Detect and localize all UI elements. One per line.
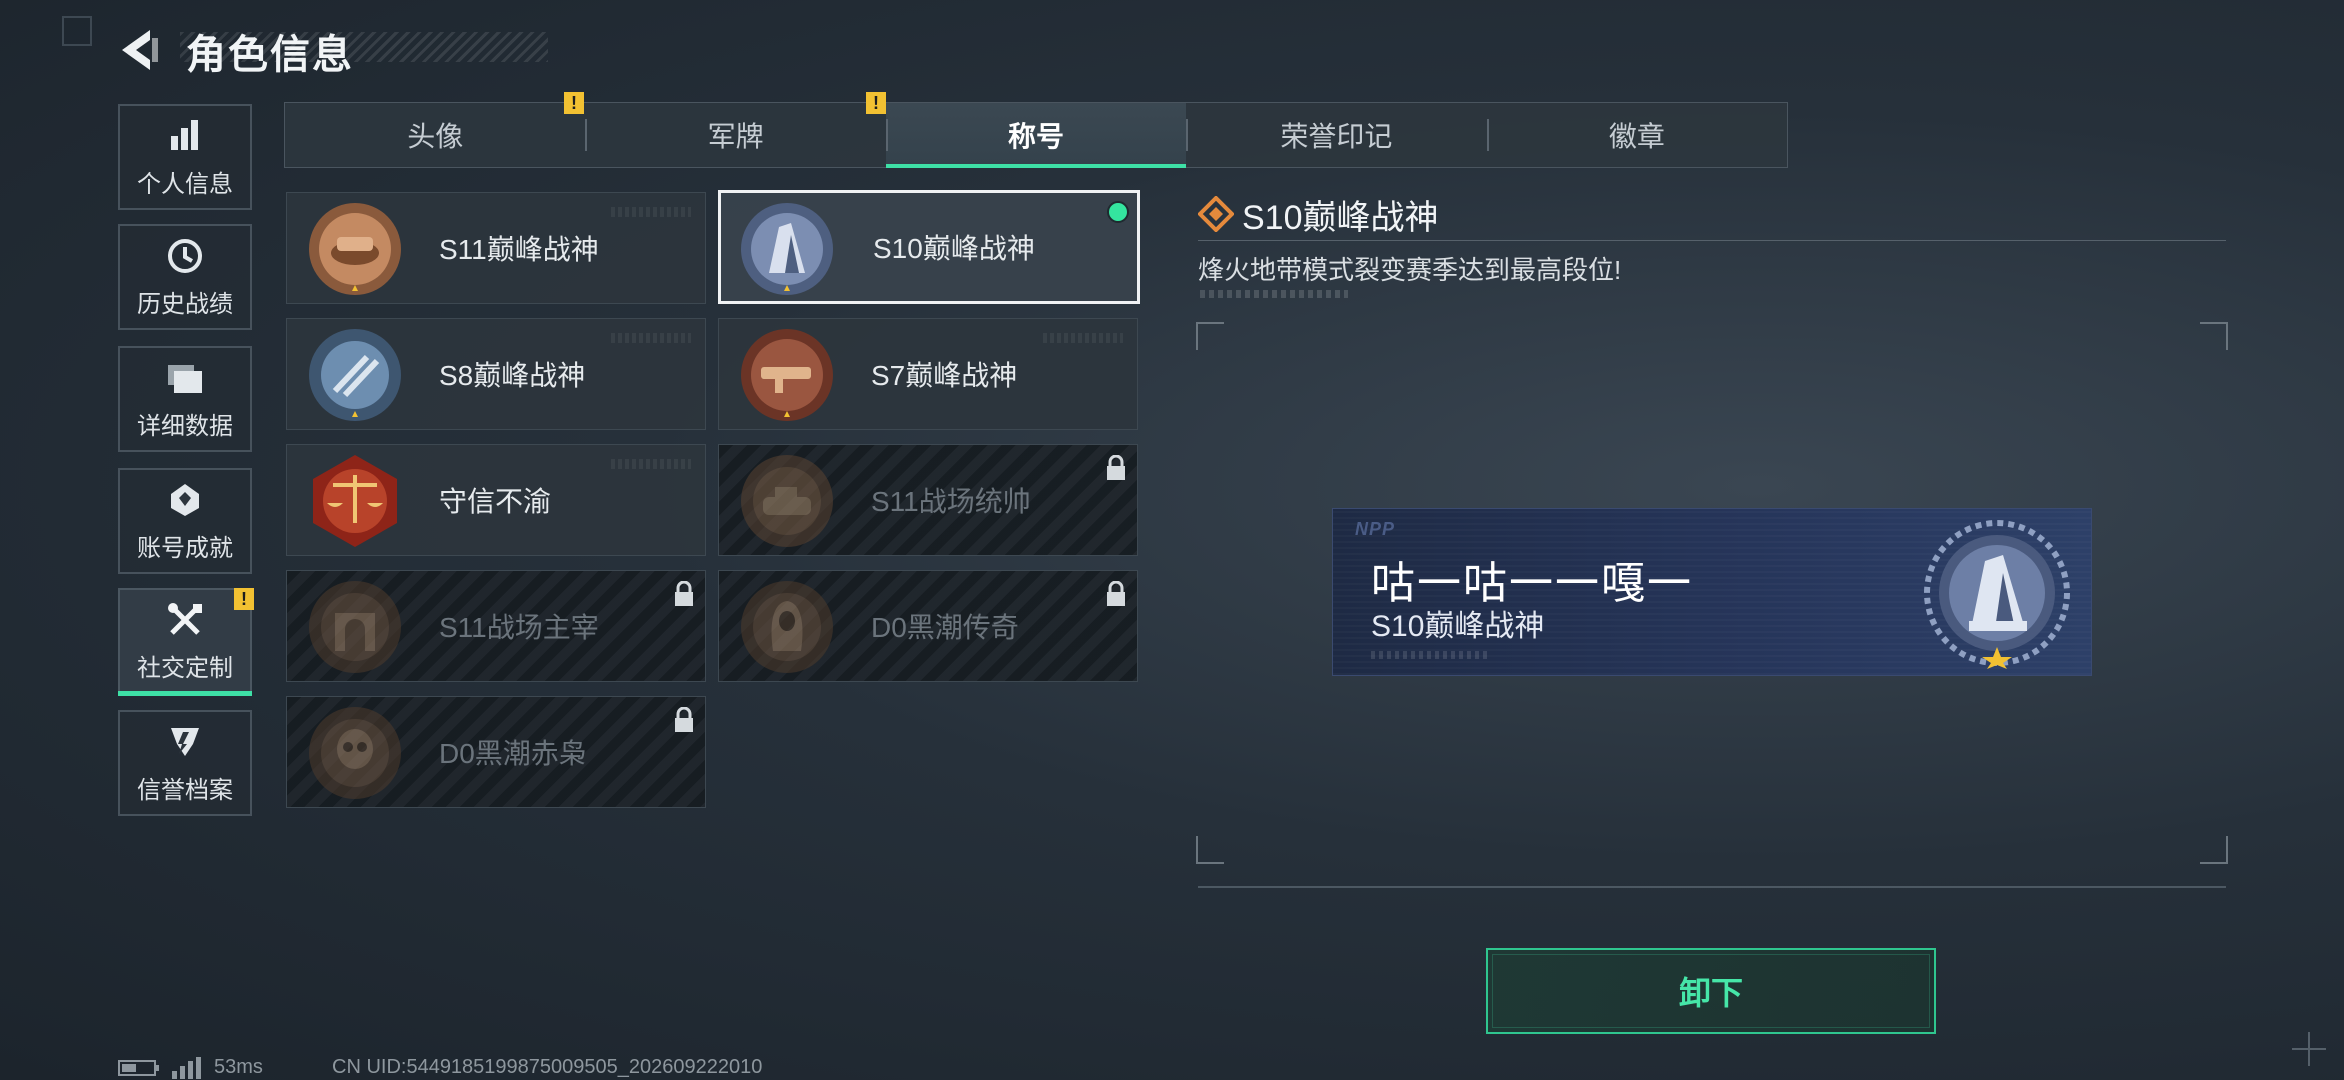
sidebar-item-credit[interactable]: 信誉档案 <box>118 710 252 816</box>
tab-label: 徽章 <box>1608 121 1665 152</box>
faint-text-decoration <box>1200 290 1348 298</box>
title-name: S11战场统帅 <box>871 486 1031 517</box>
credit-shield-icon <box>165 722 205 762</box>
title-name: S7巅峰战神 <box>871 360 1018 391</box>
title-name: S11战场主宰 <box>439 612 599 643</box>
s11-peak-medal-icon <box>309 203 401 295</box>
frame-corner <box>1196 322 1224 350</box>
lock-icon <box>675 707 693 732</box>
banner-title: S10巅峰战神 <box>1371 610 1545 643</box>
title-card-s7-peak[interactable]: S7巅峰战神 <box>718 318 1138 430</box>
card-decoration <box>611 459 691 469</box>
tab-avatar[interactable]: 头像 <box>285 103 585 167</box>
diamond-icon <box>1198 196 1234 232</box>
detail-description: 烽火地带模式裂变赛季达到最高段位! <box>1198 255 1622 285</box>
frame-corner <box>1196 836 1224 864</box>
lock-icon <box>675 581 693 606</box>
title-name: S11巅峰战神 <box>439 234 599 265</box>
sidebar-item-social-custom[interactable]: 社交定制 <box>118 588 252 696</box>
corner-frame <box>62 16 92 46</box>
skull-medal-icon <box>309 707 401 799</box>
detail-title: S10巅峰战神 <box>1242 199 1439 237</box>
title-card-s11-dominator[interactable]: S11战场主宰 <box>286 570 706 682</box>
divider <box>1198 240 2226 241</box>
ping-value: 53ms <box>214 1056 263 1078</box>
title-card-d0-red-owl[interactable]: D0黑潮赤枭 <box>286 696 706 808</box>
title-card-d0-legend[interactable]: D0黑潮传奇 <box>718 570 1138 682</box>
unequip-button[interactable]: 卸下 <box>1486 948 1936 1034</box>
title-name: S10巅峰战神 <box>873 233 1035 264</box>
tools-icon <box>165 600 205 640</box>
title-name: 守信不渝 <box>439 486 552 517</box>
arch-medal-icon <box>309 581 401 673</box>
title-card-s11-peak[interactable]: S11巅峰战神 <box>286 192 706 304</box>
tab-label: 荣誉印记 <box>1280 121 1393 152</box>
s8-peak-medal-icon <box>309 329 401 421</box>
history-clock-icon <box>165 236 205 276</box>
tab-label: 称号 <box>1008 121 1065 152</box>
user-uid: CN UID:5449185199875009505_202609222010 <box>332 1056 763 1078</box>
card-decoration <box>611 207 691 217</box>
warning-badge: ! <box>564 92 584 114</box>
unequip-label: 卸下 <box>1678 975 1743 1011</box>
sidebar-item-achievements[interactable]: 账号成就 <box>118 468 252 574</box>
equipped-indicator <box>1107 201 1129 223</box>
sidebar-item-label: 历史战绩 <box>137 290 233 318</box>
warning-badge: ! <box>234 588 254 610</box>
s7-peak-medal-icon <box>741 329 833 421</box>
scales-medal-icon <box>313 455 397 547</box>
page-title: 角色信息 <box>186 33 354 77</box>
back-button[interactable] <box>116 26 164 74</box>
card-decoration <box>1043 333 1123 343</box>
title-card-keep-faith[interactable]: 守信不渝 <box>286 444 706 556</box>
status-bar: 53ms <box>118 1056 263 1079</box>
title-card-s8-peak[interactable]: S8巅峰战神 <box>286 318 706 430</box>
s10-peak-medal-icon <box>1924 520 2070 669</box>
sidebar-item-personal-info[interactable]: 个人信息 <box>118 104 252 210</box>
lock-icon <box>1107 455 1125 480</box>
banner-logo: NPP <box>1355 519 1396 539</box>
title-name: D0黑潮传奇 <box>871 612 1019 643</box>
tab-dog-tag[interactable]: 军牌 <box>585 103 885 167</box>
bar-chart-icon <box>165 116 205 156</box>
tab-bar: 头像 军牌 称号 荣誉印记 徽章 <box>284 102 1788 168</box>
lock-icon <box>1107 581 1125 606</box>
sidebar-item-label: 社交定制 <box>137 654 233 682</box>
achievement-icon <box>165 480 205 520</box>
tab-label: 军牌 <box>707 121 764 152</box>
divider <box>1198 886 2226 888</box>
folder-icon <box>165 358 205 398</box>
tab-title[interactable]: 称号 <box>885 103 1187 168</box>
frame-corner <box>2200 322 2228 350</box>
title-card-s11-commander[interactable]: S11战场统帅 <box>718 444 1138 556</box>
sidebar-item-label: 信誉档案 <box>137 776 233 804</box>
sidebar-item-label: 详细数据 <box>137 412 233 440</box>
warning-badge: ! <box>866 92 886 114</box>
title-name: S8巅峰战神 <box>439 360 586 391</box>
s10-peak-medal-icon <box>741 203 833 295</box>
card-decoration <box>611 333 691 343</box>
tab-label: 头像 <box>407 121 464 152</box>
sidebar-item-history[interactable]: 历史战绩 <box>118 224 252 330</box>
tank-medal-icon <box>741 455 833 547</box>
back-arrow-icon <box>122 30 158 70</box>
title-name: D0黑潮赤枭 <box>439 738 587 769</box>
battery-icon <box>118 1059 159 1076</box>
frame-corner <box>2200 836 2228 864</box>
signal-icon <box>172 1056 201 1079</box>
hooded-figure-medal-icon <box>741 581 833 673</box>
crosshair-icon <box>2292 1032 2326 1066</box>
tab-honor-mark[interactable]: 荣誉印记 <box>1186 103 1486 167</box>
title-card-s10-peak[interactable]: S10巅峰战神 <box>718 190 1140 304</box>
title-preview-banner: NPP 咕一咕一一嘎一 S10巅峰战神 <box>1332 508 2092 676</box>
banner-decoration <box>1371 651 1491 659</box>
tab-badge[interactable]: 徽章 <box>1486 103 1787 167</box>
sidebar-item-label: 账号成就 <box>137 534 233 562</box>
sidebar-item-detailed-data[interactable]: 详细数据 <box>118 346 252 452</box>
sidebar-item-label: 个人信息 <box>137 170 233 198</box>
